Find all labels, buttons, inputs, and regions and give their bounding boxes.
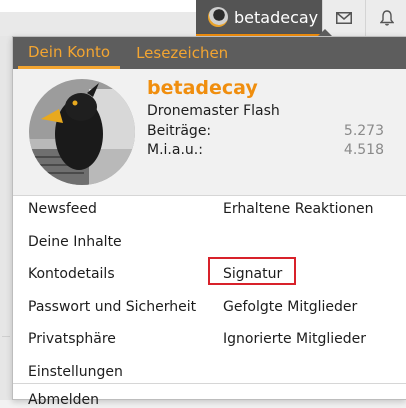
profile-avatar[interactable] <box>29 79 135 185</box>
tab-lesezeichen[interactable]: Lesezeichen <box>126 37 238 69</box>
link-ignorierte-mitglieder[interactable]: Ignorierte Mitglieder <box>223 331 366 347</box>
user-menu-button[interactable]: betadecay <box>196 0 322 36</box>
signatur-highlight-box <box>208 257 296 285</box>
dropdown-pointer <box>318 29 332 36</box>
link-kontodetails[interactable]: Kontodetails <box>28 266 115 282</box>
page-background-divider <box>2 336 10 337</box>
stat-value-miau: 4.518 <box>343 142 384 158</box>
link-abmelden[interactable]: Abmelden <box>28 392 99 408</box>
alerts-button[interactable] <box>365 0 406 36</box>
link-privatsphaere[interactable]: Privatsphäre <box>28 331 116 347</box>
profile-card: betadecay Dronemaster Flash Beiträge: 5.… <box>13 69 406 196</box>
stat-value-posts[interactable]: 5.273 <box>344 123 384 139</box>
tab-dein-konto[interactable]: Dein Konto <box>18 37 121 69</box>
links-divider <box>13 383 406 384</box>
link-erhaltene-reaktionen[interactable]: Erhaltene Reaktionen <box>223 201 373 217</box>
dropdown-tabs: Dein Konto Lesezeichen <box>13 37 406 69</box>
page-background-side <box>0 36 12 400</box>
link-newsfeed[interactable]: Newsfeed <box>28 201 97 217</box>
stat-label-miau: M.i.a.u.: <box>147 142 203 158</box>
top-navigation: betadecay <box>196 0 406 36</box>
nav-username: betadecay <box>234 7 319 27</box>
link-gefolgte-mitglieder[interactable]: Gefolgte Mitglieder <box>223 299 357 315</box>
account-links: Newsfeed Deine Inhalte Kontodetails Pass… <box>13 196 406 408</box>
account-dropdown: Dein Konto Lesezeichen betadecay Dronema… <box>12 36 406 408</box>
stat-label-posts: Beiträge: <box>147 123 212 139</box>
link-einstellungen[interactable]: Einstellungen <box>28 364 123 380</box>
profile-user-title: Dronemaster Flash <box>147 103 280 119</box>
avatar-icon <box>208 7 228 27</box>
profile-username[interactable]: betadecay <box>147 77 258 99</box>
link-passwort-sicherheit[interactable]: Passwort und Sicherheit <box>28 299 196 315</box>
page-background-bar <box>0 12 196 36</box>
envelope-icon <box>336 12 352 24</box>
link-deine-inhalte[interactable]: Deine Inhalte <box>28 234 122 250</box>
bell-icon <box>380 10 394 26</box>
